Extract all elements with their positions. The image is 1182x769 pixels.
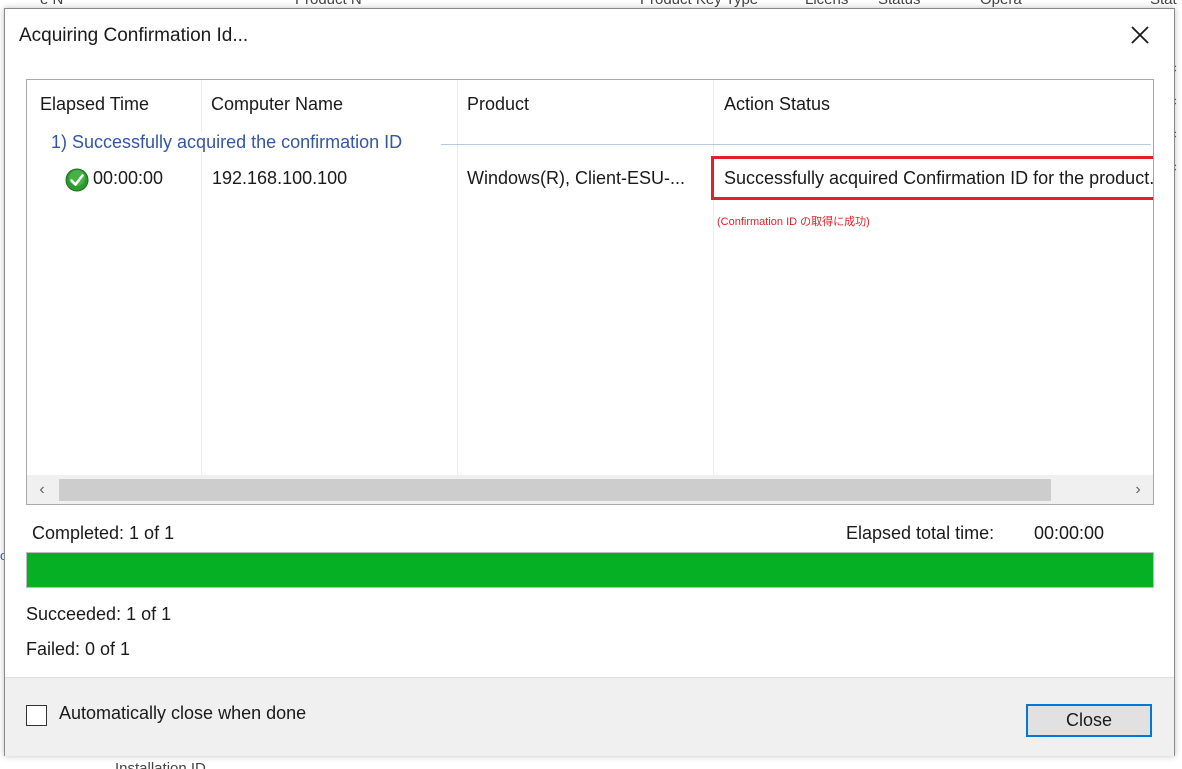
- success-check-icon: [65, 168, 89, 192]
- progress-bar: [26, 552, 1154, 588]
- group-header[interactable]: 1) Successfully acquired the confirmatio…: [51, 132, 1151, 158]
- background-header-fragment: e N: [40, 0, 63, 8]
- scroll-left-icon[interactable]: ‹: [27, 475, 57, 504]
- row-action-status: Successfully acquired Confirmation ID fo…: [724, 168, 1154, 188]
- dialog-title: Acquiring Confirmation Id...: [19, 25, 249, 46]
- auto-close-label[interactable]: Automatically close when done: [59, 703, 306, 724]
- row-computer-name: 192.168.100.100: [212, 168, 348, 188]
- column-header-product[interactable]: Product: [467, 94, 529, 115]
- background-bottom-row: Installation ID: [0, 758, 1182, 769]
- progress-fill: [27, 553, 1153, 587]
- column-header-elapsed-time[interactable]: Elapsed Time: [40, 94, 149, 115]
- failed-count: Failed: 0 of 1: [26, 639, 131, 659]
- background-bottom-fragment: Installation ID: [115, 760, 206, 769]
- elapsed-total-value: 00:00:00: [1034, 523, 1105, 543]
- close-icon[interactable]: [1126, 21, 1154, 49]
- scroll-thumb[interactable]: [59, 479, 1051, 501]
- background-header-fragment: Stat: [1150, 0, 1177, 8]
- dialog-titlebar: Acquiring Confirmation Id...: [5, 9, 1174, 61]
- horizontal-scrollbar[interactable]: ‹ ›: [27, 475, 1153, 504]
- background-header-fragment: Product Key Type: [640, 0, 758, 8]
- completed-count: Completed: 1 of 1: [32, 523, 175, 543]
- column-header-computer-name[interactable]: Computer Name: [211, 94, 343, 115]
- succeeded-count: Succeeded: 1 of 1: [26, 604, 172, 624]
- close-button[interactable]: Close: [1026, 704, 1152, 737]
- row-elapsed-time: 00:00:00: [93, 168, 164, 188]
- scroll-right-icon[interactable]: ›: [1123, 475, 1153, 504]
- results-list-view[interactable]: Elapsed Time Computer Name Product Actio…: [26, 79, 1154, 505]
- background-header-fragment: Licens: [805, 0, 848, 8]
- background-header-fragment: Status: [878, 0, 921, 8]
- auto-close-checkbox[interactable]: [26, 705, 47, 726]
- elapsed-total-label: Elapsed total time:: [846, 523, 995, 543]
- annotation-note: (Confirmation ID の取得に成功): [717, 216, 870, 228]
- group-label: 1) Successfully acquired the confirmatio…: [51, 132, 409, 153]
- row-product: Windows(R), Client-ESU-...: [467, 168, 686, 188]
- dialog-footer: Automatically close when done Close: [5, 677, 1174, 756]
- acquiring-confirmation-dialog: Acquiring Confirmation Id... Elapsed Tim…: [4, 8, 1175, 756]
- background-header-fragment: Product N: [295, 0, 362, 8]
- column-header-action-status[interactable]: Action Status: [724, 94, 830, 115]
- group-divider: [441, 144, 1151, 145]
- row-action-status-highlight: Successfully acquired Confirmation ID fo…: [711, 156, 1154, 200]
- background-header-fragment: Opera: [980, 0, 1022, 8]
